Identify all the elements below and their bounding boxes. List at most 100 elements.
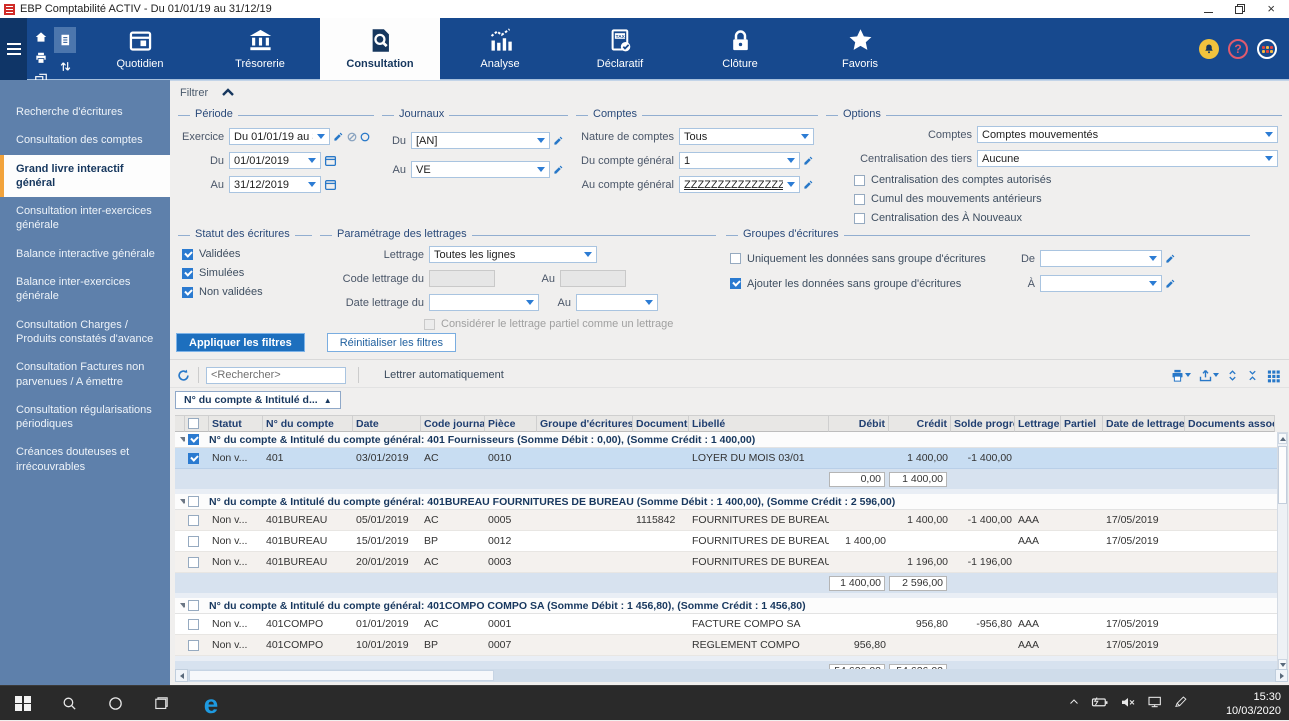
column-header-journal[interactable]: Code journal xyxy=(421,415,485,432)
scroll-left-button[interactable] xyxy=(175,669,188,682)
column-header-docs[interactable]: Documents associés xyxy=(1185,415,1275,432)
apply-filters-button[interactable]: Appliquer les filtres xyxy=(176,333,305,352)
scroll-up-button[interactable] xyxy=(1278,433,1287,444)
tab-favoris[interactable]: Favoris xyxy=(800,18,920,80)
compte-du-select[interactable]: 1 xyxy=(679,152,800,169)
row-checkbox[interactable] xyxy=(188,515,199,526)
sidebar-item-3[interactable]: Consultation inter-exercices générale xyxy=(0,197,170,240)
simulees-checkbox[interactable] xyxy=(182,268,193,279)
row-checkbox[interactable] xyxy=(188,453,199,464)
restore-button[interactable] xyxy=(1235,4,1245,14)
column-header-date_lettrage[interactable]: Date de lettrage xyxy=(1103,415,1185,432)
sidebar-item-4[interactable]: Balance interactive générale xyxy=(0,240,170,268)
groupe-de-select[interactable] xyxy=(1040,250,1162,267)
calendar-picker-icon[interactable] xyxy=(324,178,337,191)
centralisation-tiers-select[interactable]: Aucune xyxy=(977,150,1278,167)
notifications-bell-icon[interactable] xyxy=(1199,39,1219,59)
column-header-lettrage[interactable]: Lettrage xyxy=(1015,415,1061,432)
table-row[interactable]: Non v...401BUREAU05/01/2019AC00051115842… xyxy=(175,510,1288,531)
collapse-all-icon[interactable] xyxy=(1246,368,1259,383)
collapse-filter-icon[interactable] xyxy=(222,87,234,99)
column-header-document[interactable]: Document xyxy=(633,415,689,432)
group-expander-icon[interactable] xyxy=(175,598,185,613)
tab-declaratif[interactable]: TAX Déclaratif xyxy=(560,18,680,80)
centralisation-anouveaux-checkbox[interactable] xyxy=(854,213,865,224)
centralisation-comptes-checkbox[interactable] xyxy=(854,175,865,186)
row-checkbox[interactable] xyxy=(188,600,199,611)
edge-browser-icon[interactable]: e xyxy=(196,686,226,721)
options-comptes-select[interactable]: Comptes mouvementés xyxy=(977,126,1278,143)
minimize-button[interactable] xyxy=(1204,6,1213,13)
table-row[interactable]: Non v...401BUREAU20/01/2019AC0003FOURNIT… xyxy=(175,552,1288,573)
date-lettrage-du-input[interactable] xyxy=(429,294,539,311)
row-checkbox[interactable] xyxy=(188,619,199,630)
refresh-icon[interactable] xyxy=(176,368,191,383)
column-header-solde[interactable]: Solde progre... xyxy=(951,415,1015,432)
group-header-row[interactable]: N° du compte & Intitulé du compte généra… xyxy=(175,432,1288,448)
edit-pencil-icon[interactable] xyxy=(803,155,814,166)
table-row[interactable]: Non v...40103/01/2019AC0010LOYER DU MOIS… xyxy=(175,448,1288,469)
apps-menu-icon[interactable] xyxy=(1257,39,1277,59)
table-row[interactable]: Non v...401COMPO10/01/2019BP0007REGLEMEN… xyxy=(175,635,1288,656)
volume-muted-icon[interactable] xyxy=(1120,695,1136,712)
periode-du-input[interactable]: 01/01/2019 xyxy=(229,152,321,169)
next-exercice-icon[interactable] xyxy=(360,132,370,142)
row-checkbox[interactable] xyxy=(188,557,199,568)
scroll-right-button[interactable] xyxy=(1275,669,1288,682)
lettrer-automatiquement-button[interactable]: Lettrer automatiquement xyxy=(384,369,504,381)
group-expander-icon[interactable] xyxy=(175,494,185,509)
column-header-statut[interactable]: Statut xyxy=(209,415,263,432)
table-row[interactable]: Non v...401BUREAU15/01/2019BP0012FOURNIT… xyxy=(175,531,1288,552)
row-checkbox[interactable] xyxy=(188,434,199,445)
group-expander-icon[interactable] xyxy=(175,432,185,447)
journal-icon[interactable] xyxy=(54,27,76,53)
sidebar-item-9[interactable]: Créances douteuses et irrécouvrables xyxy=(0,438,170,481)
print-grid-icon[interactable] xyxy=(1170,368,1191,383)
cortana-icon[interactable] xyxy=(100,686,130,721)
validees-checkbox[interactable] xyxy=(182,249,193,260)
cumul-mouvements-checkbox[interactable] xyxy=(854,194,865,205)
date-lettrage-au-input[interactable] xyxy=(576,294,658,311)
row-checkbox[interactable] xyxy=(188,418,199,429)
edit-pencil-icon[interactable] xyxy=(1165,278,1176,289)
column-header-libelle[interactable]: Libellé xyxy=(689,415,829,432)
tab-consultation[interactable]: Consultation xyxy=(320,18,440,80)
reset-filters-button[interactable]: Réinitialiser les filtres xyxy=(327,333,456,352)
print-icon[interactable] xyxy=(30,48,52,68)
transfer-arrows-icon[interactable] xyxy=(54,56,76,76)
sidebar-item-0[interactable]: Recherche d'écritures xyxy=(0,98,170,126)
journal-au-select[interactable]: VE xyxy=(411,161,550,178)
tab-tresorerie[interactable]: Trésorerie xyxy=(200,18,320,80)
edit-pencil-icon[interactable] xyxy=(553,135,564,146)
horizontal-scroll-thumb[interactable] xyxy=(189,670,494,681)
task-view-icon[interactable] xyxy=(146,686,176,721)
battery-icon[interactable] xyxy=(1091,695,1109,712)
column-header-piece[interactable]: Pièce xyxy=(485,415,537,432)
column-header-compte[interactable]: N° du compte xyxy=(263,415,353,432)
lettrage-select[interactable]: Toutes les lignes xyxy=(429,246,597,263)
row-checkbox[interactable] xyxy=(188,496,199,507)
network-icon[interactable] xyxy=(1147,695,1163,712)
calendar-picker-icon[interactable] xyxy=(324,154,337,167)
tab-quotidien[interactable]: Quotidien xyxy=(80,18,200,80)
edit-pencil-icon[interactable] xyxy=(553,164,564,175)
journal-du-select[interactable]: [AN] xyxy=(411,132,550,149)
column-header-debit[interactable]: Débit xyxy=(829,415,889,432)
periode-au-input[interactable]: 31/12/2019 xyxy=(229,176,321,193)
group-header-row[interactable]: N° du compte & Intitulé du compte généra… xyxy=(175,598,1288,614)
edit-pencil-icon[interactable] xyxy=(803,179,814,190)
column-header-credit[interactable]: Crédit xyxy=(889,415,951,432)
taskbar-clock[interactable]: 15:30 10/03/2020 xyxy=(1226,690,1281,719)
tab-cloture[interactable]: Clôture xyxy=(680,18,800,80)
ajouter-sans-groupe-checkbox[interactable] xyxy=(730,278,741,289)
row-checkbox[interactable] xyxy=(188,536,199,547)
vertical-scrollbar[interactable] xyxy=(1277,432,1288,671)
sidebar-item-1[interactable]: Consultation des comptes xyxy=(0,126,170,154)
edit-pencil-icon[interactable] xyxy=(333,131,344,142)
export-icon[interactable] xyxy=(1198,368,1219,383)
hamburger-menu-button[interactable] xyxy=(0,18,27,80)
home-icon[interactable] xyxy=(30,27,52,47)
horizontal-scrollbar[interactable] xyxy=(175,669,1288,682)
previous-exercice-icon[interactable] xyxy=(347,132,357,142)
taskbar-search-icon[interactable] xyxy=(54,686,84,721)
